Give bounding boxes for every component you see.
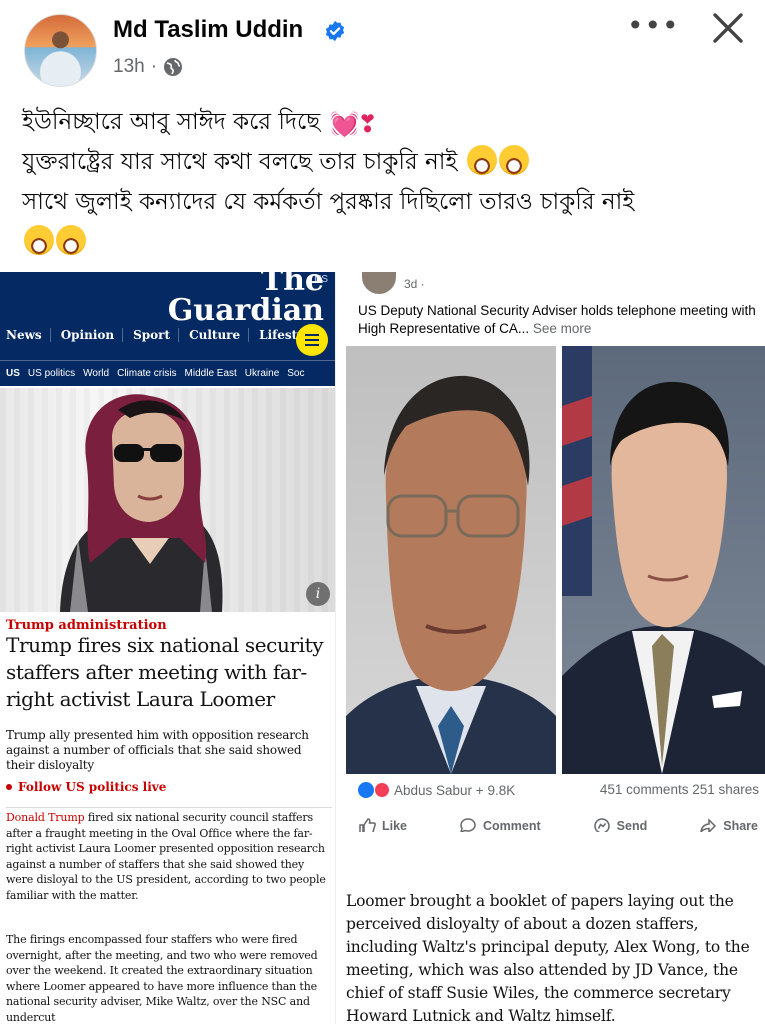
laughing-face-icon — [498, 145, 529, 175]
menu-icon — [296, 324, 328, 356]
paragraph-text: fired six national security council staf… — [6, 811, 326, 902]
article-kicker: Trump administration — [6, 618, 167, 633]
verified-badge-icon — [325, 20, 345, 42]
man-glasses-photo — [346, 346, 556, 774]
article-headline: Trump fires six national security staffe… — [6, 633, 324, 711]
love-reaction-icon — [374, 782, 390, 798]
close-icon[interactable] — [710, 10, 746, 46]
caption-text-1: ইউনিচ্ছারে আবু সাঈদ করে দিছে — [22, 109, 321, 135]
author-name[interactable]: Md Taslim Uddin — [113, 16, 303, 44]
post-image[interactable]: US The Guardian News Opinion Sport Cultu… — [0, 272, 765, 1024]
shot-post-text: US Deputy National Security Adviser hold… — [358, 302, 758, 338]
article-body-paragraph: Donald Trump fired six national security… — [6, 807, 332, 903]
nav-culture: Culture — [189, 328, 250, 342]
laughing-face-icon — [466, 145, 497, 175]
subnav-item: Climate crisis — [117, 368, 177, 379]
more-options-button[interactable]: ••• — [627, 12, 680, 40]
donald-trump-link: Donald Trump — [6, 811, 85, 824]
reactions-summary: Abdus Sabur + 9.8K — [358, 782, 515, 798]
guardian-logo: The Guardian — [168, 272, 324, 326]
woman-sunglasses-photo — [60, 394, 223, 612]
post-meta: 13h · — [113, 56, 183, 78]
info-icon: i — [306, 582, 330, 606]
caption-line-4 — [22, 222, 752, 262]
shot-comment-action: Comment — [459, 817, 541, 832]
article-standfirst: Trump ally presented him with opposition… — [6, 728, 309, 772]
guardian-nav: News Opinion Sport Culture Lifestyle — [6, 328, 324, 342]
article-body-paragraph: The firings encompassed four staffers wh… — [6, 933, 318, 1024]
reactions-text: Abdus Sabur + 9.8K — [394, 782, 516, 798]
subnav-item: Middle East — [184, 368, 237, 379]
caption-text-3: সাথে জুলাই কন্যাদের যে কর্মকর্তা পুরষ্কা… — [22, 189, 635, 215]
comment-label: Comment — [483, 819, 541, 832]
subnav-item: US politics — [27, 368, 76, 379]
shot-like-action: Like — [358, 817, 407, 832]
laughing-face-icon — [24, 225, 54, 255]
caption-line-1: ইউনিচ্ছারে আবু সাঈদ করে দিছে 💓❣ — [22, 102, 752, 142]
article-quote-paragraph: Loomer brought a booklet of papers layin… — [346, 892, 750, 1024]
comments-shares-count: 451 comments 251 shares — [599, 782, 759, 797]
shot-share-action: Share — [699, 817, 758, 832]
subnav-item: World — [83, 368, 110, 379]
nav-opinion: Opinion — [61, 328, 124, 342]
logo-line-2: Guardian — [167, 293, 324, 328]
globe-icon — [164, 58, 183, 76]
meta-separator: · — [150, 56, 158, 77]
mini-post-time: 3d · — [404, 277, 425, 291]
send-label: Send — [616, 819, 648, 832]
post-header: Md Taslim Uddin 13h · ••• — [0, 0, 765, 95]
facebook-post-screenshot: 3d · US Deputy National Security Adviser… — [340, 272, 765, 832]
share-icon — [700, 818, 717, 832]
share-label: Share — [723, 819, 758, 832]
nav-sport: Sport — [133, 328, 180, 342]
caption-line-2: যুক্তরাষ্ট্রের যার সাথে কথা বলছে তার চাক… — [22, 142, 752, 182]
avatar[interactable] — [24, 14, 97, 87]
heart-icon: 💓 — [329, 110, 360, 138]
laughing-face-icon — [56, 225, 86, 255]
nav-news: News — [6, 328, 51, 342]
comment-icon — [460, 818, 476, 832]
caption-text-2: যুক্তরাষ্ট্রের যার সাথে কথা বলছে তার চাক… — [22, 149, 458, 175]
post-time[interactable]: 13h — [113, 56, 145, 78]
see-more-link: See more — [532, 321, 592, 336]
guardian-masthead: US The Guardian News Opinion Sport Cultu… — [0, 272, 335, 386]
mini-avatar — [362, 272, 396, 294]
man-suit-photo — [562, 346, 765, 774]
caption-line-3: সাথে জুলাই কন্যাদের যে কর্মকর্তা পুরষ্কা… — [22, 182, 752, 222]
subnav-item: Ukraine — [244, 368, 280, 379]
heart-exclamation-icon: ❣ — [357, 110, 378, 138]
article-photo: i — [0, 388, 335, 612]
guardian-subnav: US US politics World Climate crisis Midd… — [0, 360, 335, 386]
subnav-item: US — [6, 368, 20, 379]
shot-send-action: Send — [593, 817, 648, 832]
guardian-article-screenshot: US The Guardian News Opinion Sport Cultu… — [0, 272, 336, 1024]
follow-live-link: Follow US politics live — [6, 780, 166, 794]
post-caption: ইউনিচ্ছারে আবু সাঈদ করে দিছে 💓❣ যুক্তরাষ… — [22, 102, 752, 262]
like-label: Like — [382, 819, 408, 832]
like-icon — [359, 818, 376, 832]
send-icon — [593, 818, 610, 832]
like-reaction-icon — [358, 782, 374, 798]
shot-action-bar: Like Comment Send Share — [358, 817, 758, 832]
subnav-item: Soc — [287, 368, 305, 379]
